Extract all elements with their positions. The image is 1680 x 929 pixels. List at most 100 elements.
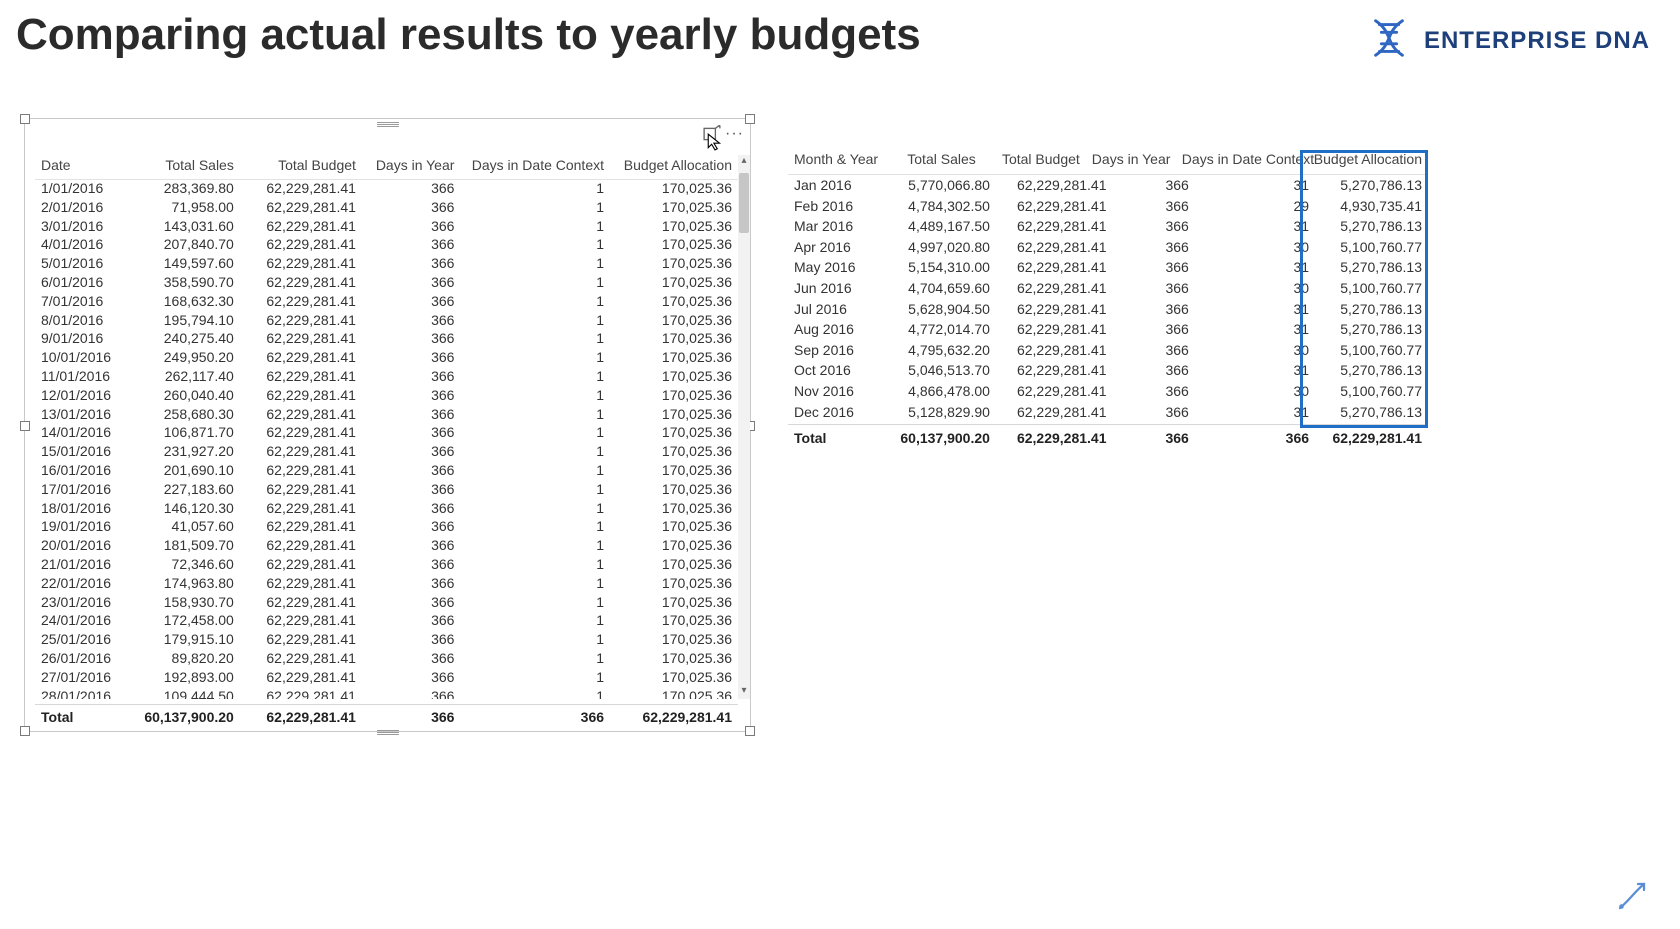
table-row[interactable]: 28/01/2016109,444.5062,229,281.413661170… — [35, 687, 738, 699]
cell-ba: 170,025.36 — [610, 668, 738, 687]
col-ba[interactable]: Budget Allocation — [1308, 150, 1428, 168]
col-sales[interactable]: Total Sales — [884, 150, 982, 168]
col-ddc[interactable]: Days in Date Context — [460, 155, 610, 175]
table-row[interactable]: 10/01/2016249,950.2062,229,281.413661170… — [35, 348, 738, 367]
cell-budget: 62,229,281.41 — [996, 257, 1113, 278]
table-row[interactable]: 4/01/2016207,840.7062,229,281.413661170,… — [35, 235, 738, 254]
cell-diy: 366 — [362, 593, 461, 612]
cell-budget: 62,229,281.41 — [996, 216, 1113, 237]
col-ba[interactable]: Budget Allocation — [610, 155, 738, 175]
table-row[interactable]: Aug 20164,772,014.7062,229,281.41366315,… — [788, 319, 1428, 340]
table-row[interactable]: 2/01/201671,958.0062,229,281.413661170,0… — [35, 198, 738, 217]
scroll-thumb[interactable] — [739, 173, 749, 233]
table-row[interactable]: May 20165,154,310.0062,229,281.41366315,… — [788, 257, 1428, 278]
table-row[interactable]: Apr 20164,997,020.8062,229,281.41366305,… — [788, 237, 1428, 258]
col-ddc[interactable]: Days in Date Context — [1176, 150, 1308, 168]
table-row[interactable]: Feb 20164,784,302.5062,229,281.41366294,… — [788, 196, 1428, 217]
total-budget: 62,229,281.41 — [240, 709, 362, 725]
col-budget[interactable]: Total Budget — [982, 150, 1086, 168]
cell-diy: 366 — [362, 179, 461, 198]
table-row[interactable]: 11/01/2016262,117.4062,229,281.413661170… — [35, 367, 738, 386]
table-row[interactable]: 8/01/2016195,794.1062,229,281.413661170,… — [35, 311, 738, 330]
table-row[interactable]: 14/01/2016106,871.7062,229,281.413661170… — [35, 423, 738, 442]
cell-date: 8/01/2016 — [35, 311, 128, 330]
cell-ddc: 31 — [1195, 216, 1315, 237]
table-row[interactable]: Jul 20165,628,904.5062,229,281.41366315,… — [788, 299, 1428, 320]
table-row[interactable]: 13/01/2016258,680.3062,229,281.413661170… — [35, 405, 738, 424]
table-row[interactable]: 3/01/2016143,031.6062,229,281.413661170,… — [35, 217, 738, 236]
table-row[interactable]: 27/01/2016192,893.0062,229,281.413661170… — [35, 668, 738, 687]
table-row[interactable]: 1/01/2016283,369.8062,229,281.413661170,… — [35, 179, 738, 198]
daily-table-visual[interactable]: ··· Date Total Sales Total Budget Days i… — [24, 118, 751, 732]
resize-handle[interactable] — [745, 114, 755, 124]
table-row[interactable]: 17/01/2016227,183.6062,229,281.413661170… — [35, 480, 738, 499]
table-row[interactable]: 19/01/201641,057.6062,229,281.413661170,… — [35, 517, 738, 536]
drag-grip-icon[interactable] — [377, 729, 399, 735]
cell-sales: 4,866,478.00 — [887, 381, 996, 402]
cell-ddc: 1 — [460, 649, 610, 668]
cell-date: 14/01/2016 — [35, 423, 128, 442]
col-date[interactable]: Date — [35, 155, 128, 175]
cell-budget: 62,229,281.41 — [996, 175, 1113, 196]
table-row[interactable]: 26/01/201689,820.2062,229,281.413661170,… — [35, 649, 738, 668]
table-row[interactable]: Sep 20164,795,632.2062,229,281.41366305,… — [788, 340, 1428, 361]
table-row[interactable]: 25/01/2016179,915.1062,229,281.413661170… — [35, 630, 738, 649]
cell-month: Sep 2016 — [788, 340, 887, 361]
resize-handle[interactable] — [745, 726, 755, 736]
subscribe-icon[interactable] — [1614, 878, 1650, 919]
table-row[interactable]: 20/01/2016181,509.7062,229,281.413661170… — [35, 536, 738, 555]
table-row[interactable]: 22/01/2016174,963.8062,229,281.413661170… — [35, 574, 738, 593]
table-row[interactable]: 24/01/2016172,458.0062,229,281.413661170… — [35, 611, 738, 630]
cell-ba: 170,025.36 — [610, 555, 738, 574]
table-row[interactable]: 7/01/2016168,632.3062,229,281.413661170,… — [35, 292, 738, 311]
scroll-down-icon[interactable]: ▾ — [738, 685, 750, 699]
cell-sales: 227,183.60 — [128, 480, 240, 499]
table-row[interactable]: Oct 20165,046,513.7062,229,281.41366315,… — [788, 360, 1428, 381]
table-row[interactable]: Dec 20165,128,829.9062,229,281.41366315,… — [788, 402, 1428, 423]
scrollbar[interactable]: ▴ ▾ — [738, 155, 750, 699]
resize-handle[interactable] — [20, 726, 30, 736]
table-row[interactable]: 6/01/2016358,590.7062,229,281.413661170,… — [35, 273, 738, 292]
table-row[interactable]: 5/01/2016149,597.6062,229,281.413661170,… — [35, 254, 738, 273]
cell-ba: 170,025.36 — [610, 611, 738, 630]
cell-diy: 366 — [1113, 278, 1195, 299]
focus-mode-icon[interactable] — [703, 125, 721, 143]
table-row[interactable]: Mar 20164,489,167.5062,229,281.41366315,… — [788, 216, 1428, 237]
drag-grip-icon[interactable] — [377, 121, 399, 127]
table-row[interactable]: 12/01/2016260,040.4062,229,281.413661170… — [35, 386, 738, 405]
table-row[interactable]: Nov 20164,866,478.0062,229,281.41366305,… — [788, 381, 1428, 402]
table-row[interactable]: 21/01/201672,346.6062,229,281.413661170,… — [35, 555, 738, 574]
more-options-icon[interactable]: ··· — [725, 125, 744, 143]
table-row[interactable]: Jun 20164,704,659.6062,229,281.41366305,… — [788, 278, 1428, 299]
table-row[interactable]: 9/01/2016240,275.4062,229,281.413661170,… — [35, 329, 738, 348]
cell-budget: 62,229,281.41 — [240, 668, 362, 687]
col-budget[interactable]: Total Budget — [240, 155, 362, 175]
cell-sales: 179,915.10 — [128, 630, 240, 649]
col-diy[interactable]: Days in Year — [362, 155, 461, 175]
table-row[interactable]: Jan 20165,770,066.8062,229,281.41366315,… — [788, 175, 1428, 196]
table-row[interactable]: 15/01/2016231,927.2062,229,281.413661170… — [35, 442, 738, 461]
cell-ba: 170,025.36 — [610, 574, 738, 593]
cell-date: 4/01/2016 — [35, 235, 128, 254]
col-sales[interactable]: Total Sales — [128, 155, 240, 175]
table-row[interactable]: 16/01/2016201,690.1062,229,281.413661170… — [35, 461, 738, 480]
scroll-up-icon[interactable]: ▴ — [738, 155, 750, 169]
cell-date: 7/01/2016 — [35, 292, 128, 311]
cell-ba: 5,270,786.13 — [1315, 319, 1428, 340]
cell-date: 11/01/2016 — [35, 367, 128, 386]
resize-handle[interactable] — [20, 114, 30, 124]
col-month[interactable]: Month & Year — [788, 150, 884, 168]
cell-month: May 2016 — [788, 257, 887, 278]
cell-ddc: 31 — [1195, 299, 1315, 320]
resize-handle[interactable] — [20, 421, 30, 431]
cell-diy: 366 — [1113, 381, 1195, 402]
table-row[interactable]: 23/01/2016158,930.7062,229,281.413661170… — [35, 593, 738, 612]
monthly-table-visual[interactable]: Month & Year Total Sales Total Budget Da… — [788, 150, 1428, 447]
table-row[interactable]: 18/01/2016146,120.3062,229,281.413661170… — [35, 499, 738, 518]
col-diy[interactable]: Days in Year — [1086, 150, 1176, 168]
cell-sales: 4,772,014.70 — [887, 319, 996, 340]
cell-sales: 283,369.80 — [128, 179, 240, 198]
cell-budget: 62,229,281.41 — [240, 179, 362, 198]
cell-budget: 62,229,281.41 — [240, 311, 362, 330]
cell-budget: 62,229,281.41 — [240, 499, 362, 518]
